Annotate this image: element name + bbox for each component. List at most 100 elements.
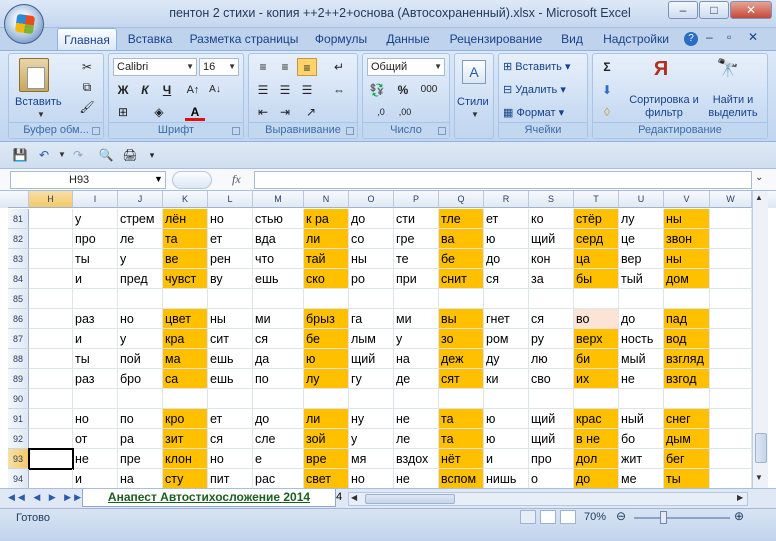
formula-expander[interactable] [172, 171, 212, 189]
grid-cell[interactable]: ся [484, 269, 529, 289]
grid-cell[interactable]: сво [529, 369, 574, 389]
grid-cell[interactable] [710, 389, 752, 409]
italic-button[interactable]: К [135, 81, 155, 99]
restore-icon[interactable]: ▫ [727, 30, 731, 44]
normal-view-icon[interactable] [520, 510, 536, 524]
grid-cell[interactable]: сти [394, 209, 439, 229]
row-header[interactable]: 88 [8, 349, 29, 369]
grid-cell[interactable]: щий [529, 229, 574, 249]
grid-cell[interactable]: вод [664, 329, 710, 349]
column-header[interactable]: P [394, 191, 439, 208]
grid-cell[interactable]: раз [73, 369, 118, 389]
column-header[interactable]: T [574, 191, 619, 208]
row-header[interactable]: 90 [8, 389, 29, 409]
grid-cell[interactable]: серд [574, 229, 619, 249]
name-box[interactable]: H93 [10, 171, 166, 189]
grid-cell[interactable]: но [208, 449, 253, 469]
grid-cell[interactable] [73, 389, 118, 409]
sort-filter-button[interactable]: Сортировка и фильтр [629, 94, 699, 120]
grid-cell[interactable] [439, 389, 484, 409]
grid-cell[interactable] [710, 349, 752, 369]
grid-cell[interactable] [29, 309, 73, 329]
grid-cell[interactable] [710, 269, 752, 289]
grid-cell[interactable]: рас [253, 469, 304, 488]
grid-cell[interactable]: бег [664, 449, 710, 469]
grid-cell[interactable]: ду [484, 349, 529, 369]
grid-cell[interactable]: лю [529, 349, 574, 369]
ribbon-minimize-icon[interactable]: – [706, 30, 713, 44]
tab-view[interactable]: Вид [556, 28, 588, 50]
grid-cell[interactable]: у [118, 249, 163, 269]
binoculars-icon[interactable]: 🔭 [713, 58, 743, 88]
underline-button[interactable]: Ч [157, 81, 177, 99]
grid-cell[interactable]: про [73, 229, 118, 249]
grid-cell[interactable]: зой [304, 429, 349, 449]
grid-cell[interactable] [574, 289, 619, 309]
grid-cell[interactable] [29, 349, 73, 369]
merge-icon[interactable]: ⇔ [329, 81, 349, 99]
row-header[interactable]: 86 [8, 309, 29, 329]
grid-cell[interactable] [529, 289, 574, 309]
grid-cell[interactable]: взгляд [664, 349, 710, 369]
bold-button[interactable]: Ж [113, 81, 133, 99]
active-cell-selection[interactable] [28, 448, 74, 470]
grid-cell[interactable] [29, 469, 73, 488]
grid-cell[interactable]: ле [394, 429, 439, 449]
grid-cell[interactable]: про [529, 449, 574, 469]
font-size-combo[interactable]: 16 ▼ [199, 58, 239, 76]
find-select-button[interactable]: Найти и выделить [701, 94, 765, 120]
grid-cell[interactable]: та [439, 429, 484, 449]
grid-cell[interactable]: е [253, 449, 304, 469]
grid-cell[interactable]: на [394, 349, 439, 369]
office-button[interactable] [4, 4, 44, 44]
grid-cell[interactable]: но [208, 209, 253, 229]
column-header[interactable]: V [664, 191, 710, 208]
grid-cell[interactable]: звон [664, 229, 710, 249]
grid-cell[interactable] [664, 389, 710, 409]
grid-cell[interactable]: ром [484, 329, 529, 349]
paste-dropdown-icon[interactable]: ▼ [37, 110, 45, 119]
align-top-icon[interactable]: ≡ [253, 58, 273, 76]
grid-cell[interactable]: на [118, 469, 163, 488]
grid-cell[interactable]: бе [304, 329, 349, 349]
grid-cell[interactable]: о [529, 469, 574, 488]
row-header[interactable]: 84 [8, 269, 29, 289]
grid-cell[interactable]: рен [208, 249, 253, 269]
formula-input[interactable] [254, 171, 752, 189]
currency-icon[interactable]: 💱 [367, 81, 387, 99]
grid-cell[interactable] [118, 289, 163, 309]
page-layout-view-icon[interactable] [540, 510, 556, 524]
grid-cell[interactable]: ет [484, 209, 529, 229]
font-launcher-icon[interactable] [232, 127, 240, 135]
grid-cell[interactable]: пад [664, 309, 710, 329]
align-middle-icon[interactable]: ≡ [275, 58, 295, 76]
column-header[interactable]: I [73, 191, 118, 208]
grid-cell[interactable]: щий [529, 429, 574, 449]
grid-cell[interactable] [619, 289, 664, 309]
column-header[interactable]: S [529, 191, 574, 208]
grid-cell[interactable]: у [394, 329, 439, 349]
sort-filter-icon[interactable]: Я [645, 58, 677, 88]
grid-cell[interactable]: ны [664, 209, 710, 229]
grid-cell[interactable]: деж [439, 349, 484, 369]
grid-cell[interactable]: ю [304, 349, 349, 369]
grid-cell[interactable]: жит [619, 449, 664, 469]
grid-cell[interactable]: та [439, 409, 484, 429]
borders-icon[interactable]: ⊞ [113, 103, 133, 121]
tab-formulas[interactable]: Формулы [310, 28, 372, 50]
grid-cell[interactable]: ность [619, 329, 664, 349]
grid-cell[interactable]: до [574, 469, 619, 488]
grid-cell[interactable]: кро [163, 409, 208, 429]
grid-cell[interactable] [163, 289, 208, 309]
grid-cell[interactable]: бро [118, 369, 163, 389]
grid-cell[interactable]: по [118, 409, 163, 429]
percent-icon[interactable]: % [393, 81, 413, 99]
print-preview-icon[interactable]: 🔍 [96, 146, 116, 164]
grid-cell[interactable]: са [163, 369, 208, 389]
font-color-icon[interactable]: A [185, 103, 205, 121]
grid-cell[interactable] [439, 289, 484, 309]
grid-cell[interactable]: ца [574, 249, 619, 269]
maximize-button[interactable]: □ [699, 1, 729, 19]
tab-review[interactable]: Рецензирование [444, 28, 548, 50]
grid-cell[interactable]: нишь [484, 469, 529, 488]
